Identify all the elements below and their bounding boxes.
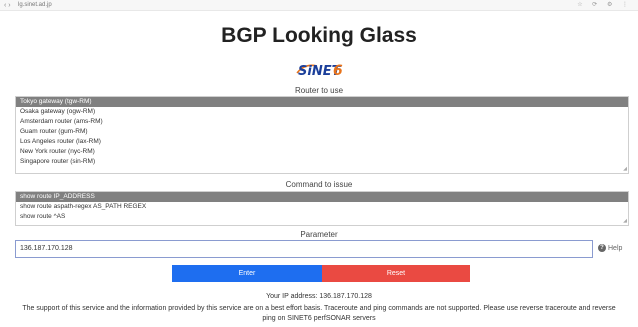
parameter-input[interactable]: 136.187.170.128 [15, 240, 593, 258]
router-select[interactable]: Tokyo gateway (tgw-RM) Osaka gateway (ogw… [15, 96, 629, 174]
command-select[interactable]: show route IP_ADDRESS show route aspath-r… [15, 191, 629, 226]
help-label: Help [608, 245, 623, 252]
resize-grip-icon[interactable]: ◢ [623, 219, 627, 224]
router-option[interactable]: New York router (nyc-RM) [16, 147, 628, 157]
command-option[interactable]: show route IP_ADDRESS [16, 192, 628, 202]
router-option[interactable]: Tokyo gateway (tgw-RM) [16, 97, 628, 107]
logo-number: 6 [333, 63, 343, 78]
resize-grip-icon[interactable]: ◢ [623, 167, 627, 172]
browser-toolbar: ‹ › lg.sinet.ad.jp ☆ ⟳ ⚙ ⋮ [0, 0, 638, 11]
command-options: show route IP_ADDRESS show route aspath-r… [16, 192, 628, 222]
help-button[interactable]: ? Help [598, 243, 622, 255]
router-option[interactable]: Amsterdam router (ams-RM) [16, 117, 628, 127]
router-option[interactable]: Guam router (gum-RM) [16, 127, 628, 137]
router-options: Tokyo gateway (tgw-RM) Osaka gateway (ogw… [16, 97, 628, 167]
disclaimer-text: The support of this service and the info… [22, 305, 616, 322]
command-label: Command to issue [285, 180, 353, 189]
browser-tool-icons[interactable]: ☆ ⟳ ⚙ ⋮ [577, 1, 632, 10]
router-label: Router to use [294, 86, 344, 95]
command-option[interactable]: show route ^AS [16, 212, 628, 222]
reset-button[interactable]: Reset [322, 265, 470, 282]
ip-address-text: Your IP address: 136.187.170.128 [266, 293, 372, 300]
command-option[interactable]: show route aspath-regex AS_PATH REGEX [16, 202, 628, 212]
enter-button[interactable]: Enter [172, 265, 322, 282]
question-icon: ? [598, 244, 606, 253]
router-option[interactable]: Los Angeles router (lax-RM) [16, 137, 628, 147]
page-title: BGP Looking Glass [221, 24, 417, 47]
parameter-label: Parameter [300, 230, 338, 239]
browser-nav-icons[interactable]: ‹ › [4, 1, 11, 10]
sinet6-logo: SiNET 6 [296, 63, 343, 78]
address-bar[interactable]: lg.sinet.ad.jp [18, 1, 52, 10]
router-option[interactable]: Singapore router (sin-RM) [16, 157, 628, 167]
router-option[interactable]: Osaka gateway (ogw-RM) [16, 107, 628, 117]
